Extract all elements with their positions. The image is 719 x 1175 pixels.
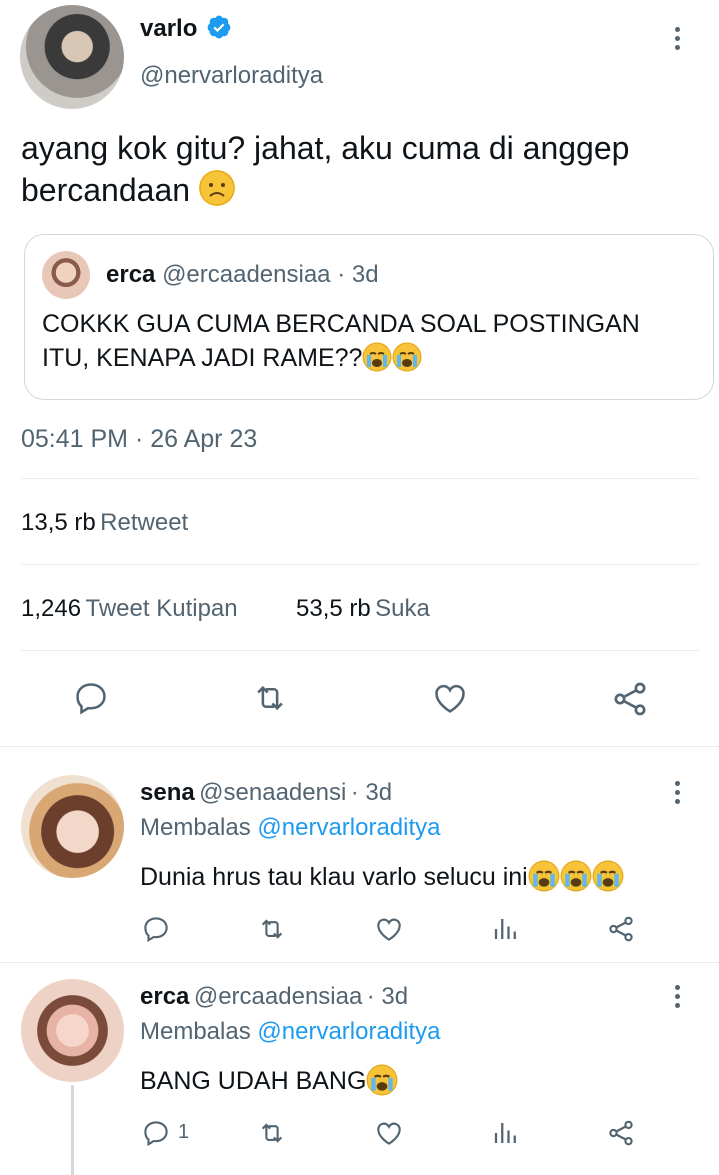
- quote-tweet-label: Tweet Kutipan: [85, 595, 238, 622]
- reply-icon[interactable]: [72, 679, 110, 717]
- replying-to-prefix: Membalas: [140, 1018, 251, 1045]
- crying-face-emoji-icon: [362, 342, 422, 372]
- reply-icon[interactable]: [141, 914, 171, 944]
- quoted-text-line1: COKKK GUA CUMA BERCANDA SOAL POSTINGAN: [42, 310, 640, 338]
- replying-to: Membalas @nervarloraditya: [140, 1018, 441, 1046]
- reply-header[interactable]: sena @senaadensi · 3d: [140, 779, 392, 807]
- reply-age: · 3d: [366, 983, 409, 1010]
- reply-header[interactable]: erca @ercaadensiaa · 3d: [140, 983, 408, 1011]
- tweet-timestamp[interactable]: 05:41 PM · 26 Apr 23: [21, 425, 257, 454]
- divider: [21, 650, 699, 651]
- sad-face-emoji-icon: [198, 170, 235, 206]
- retweet-icon[interactable]: [256, 914, 288, 944]
- reply-count: 1: [178, 1121, 190, 1143]
- verified-badge-icon: [207, 15, 231, 39]
- quoted-author-handle: @ercaadensiaa: [162, 261, 331, 288]
- like-heart-icon[interactable]: [430, 679, 470, 717]
- quote-tweet-count: 1,246: [21, 595, 82, 622]
- reply-avatar-erca[interactable]: [21, 979, 124, 1082]
- quote-tweet-stat[interactable]: 1,246 Tweet Kutipan: [21, 595, 238, 623]
- quoted-text-line2: ITU, KENAPA JADI RAME??: [42, 341, 422, 375]
- tweet-text-line1: ayang kok gitu? jahat, aku cuma di angge…: [21, 130, 630, 166]
- reply-text-content: BANG UDAH BANG: [140, 1067, 367, 1095]
- reply-author-handle: @ercaadensiaa: [193, 983, 363, 1010]
- retweet-label: Retweet: [100, 509, 189, 536]
- like-stat[interactable]: 53,5 rb Suka: [296, 595, 430, 623]
- reply-text: Dunia hrus tau klau varlo selucu ini: [140, 860, 624, 892]
- more-options-icon[interactable]: [674, 27, 682, 54]
- divider: [0, 962, 719, 963]
- share-icon[interactable]: [606, 1118, 636, 1148]
- author-name[interactable]: varlo: [140, 15, 197, 42]
- divider: [0, 746, 719, 747]
- replying-to-link[interactable]: @nervarloraditya: [257, 1018, 440, 1045]
- retweet-icon[interactable]: [250, 679, 290, 717]
- quoted-header: erca @ercaadensiaa · 3d: [106, 261, 379, 289]
- divider: [21, 478, 699, 479]
- like-label: Suka: [375, 595, 430, 622]
- like-heart-icon[interactable]: [373, 914, 405, 944]
- thread-line: [71, 1085, 74, 1175]
- share-icon[interactable]: [606, 914, 636, 944]
- reply-author-handle: @senaadensi: [199, 779, 347, 806]
- reply-text: BANG UDAH BANG: [140, 1064, 398, 1096]
- quoted-author-avatar: [42, 251, 90, 299]
- replying-to: Membalas @nervarloraditya: [140, 814, 441, 842]
- reply-icon[interactable]: [141, 1118, 171, 1148]
- share-icon[interactable]: [610, 679, 650, 719]
- reply-age: · 3d: [350, 779, 393, 806]
- tweet-text-bercandaan: bercandaan: [21, 172, 191, 208]
- reply-author-name[interactable]: sena: [140, 779, 195, 806]
- reply-avatar-sena[interactable]: [21, 775, 124, 878]
- crying-face-emoji-icon: [366, 1064, 398, 1096]
- replying-to-prefix: Membalas: [140, 814, 251, 841]
- replying-to-link[interactable]: @nervarloraditya: [257, 814, 440, 841]
- divider: [21, 564, 699, 565]
- more-options-icon[interactable]: [674, 985, 682, 1012]
- like-heart-icon[interactable]: [373, 1118, 405, 1148]
- tweet-text-line2: bercandaan: [21, 169, 235, 211]
- more-options-icon[interactable]: [674, 781, 682, 808]
- author-avatar[interactable]: [20, 5, 124, 109]
- analytics-icon[interactable]: [491, 1118, 521, 1148]
- author-name-row[interactable]: varlo: [140, 14, 232, 43]
- crying-face-emoji-icon: [528, 860, 624, 892]
- reply-author-name[interactable]: erca: [140, 983, 189, 1010]
- retweet-stat[interactable]: 13,5 rb Retweet: [21, 509, 188, 537]
- retweet-count: 13,5 rb: [21, 509, 96, 536]
- quoted-text-line2-content: ITU, KENAPA JADI RAME??: [42, 344, 363, 372]
- retweet-icon[interactable]: [256, 1118, 288, 1148]
- author-handle[interactable]: @nervarloraditya: [140, 62, 323, 90]
- quoted-author-name: erca: [106, 261, 156, 288]
- quoted-age: · 3d: [337, 261, 379, 288]
- reply-text-content: Dunia hrus tau klau varlo selucu ini: [140, 863, 528, 891]
- analytics-icon[interactable]: [491, 914, 521, 944]
- like-count: 53,5 rb: [296, 595, 371, 622]
